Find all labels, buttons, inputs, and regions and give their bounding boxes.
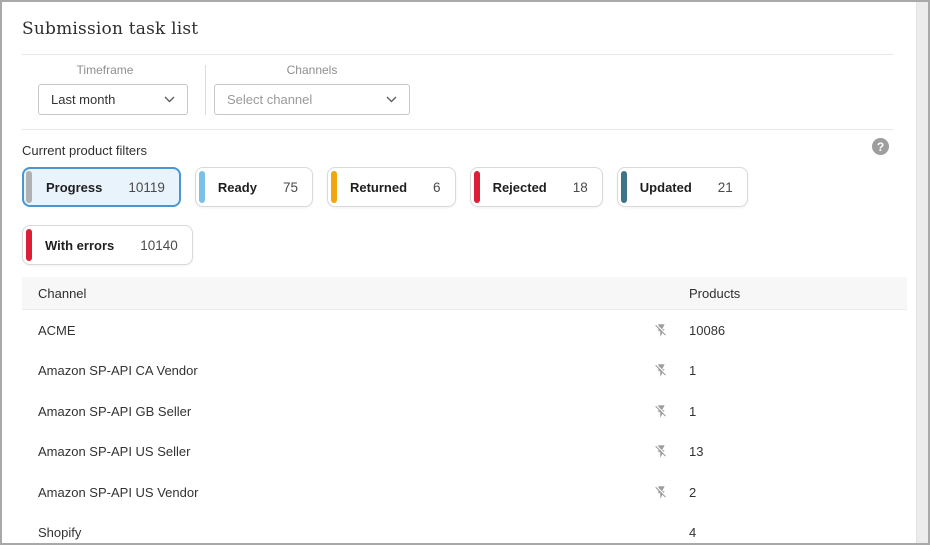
product-filters-heading: Current product filters [22,143,147,158]
table-row[interactable]: Amazon SP-API CA Vendor 1 [22,351,907,392]
table-body: ACME10086Amazon SP-API CA Vendor1Amazon … [22,310,907,553]
channels-table: Channel Products ACME 10086 Amazon SP-API … [22,277,907,553]
status-accent-bar [621,171,627,203]
channels-placeholder: Select channel [227,92,312,107]
filter-chip-label: Ready [218,180,257,195]
table-row[interactable]: Amazon SP-API GB Seller 1 [22,391,907,432]
filter-chip-count: 10119 [128,180,165,195]
filter-chip-count: 6 [433,180,441,195]
status-accent-bar [331,171,337,203]
filter-chip-count: 10140 [140,238,178,253]
channel-name: Amazon SP-API US Seller [22,444,639,459]
page-title: Submission task list [22,19,907,39]
channel-name: Amazon SP-API GB Seller [22,404,639,419]
filter-chip-label: Updated [640,180,692,195]
filter-chip-progress[interactable]: Progress 10119 [22,167,181,207]
filter-chip-returned[interactable]: Returned 6 [327,167,456,207]
filter-chip-updated[interactable]: Updated 21 [617,167,748,207]
channel-name: Shopify [22,525,639,540]
table-header: Channel Products [22,277,907,310]
timeframe-value: Last month [51,92,115,107]
channel-name: Amazon SP-API US Vendor [22,485,639,500]
channel-icon-cell [639,444,683,459]
products-count: 2 [683,485,907,500]
filter-chip-ready[interactable]: Ready 75 [195,167,313,207]
table-row[interactable]: Amazon SP-API US Seller 13 [22,432,907,473]
flash-off-icon [654,363,669,378]
channels-select[interactable]: Select channel [214,84,410,115]
products-count: 1 [683,363,907,378]
channel-name: Amazon SP-API CA Vendor [22,363,639,378]
flash-off-icon [654,323,669,338]
status-accent-bar [474,171,480,203]
chevron-down-icon [386,96,397,103]
table-row[interactable]: Shopify 4 [22,513,907,553]
timeframe-select[interactable]: Last month [38,84,188,115]
chevron-down-icon [164,96,175,103]
flash-off-icon [654,404,669,419]
divider [22,129,893,130]
status-accent-bar [26,171,32,203]
filter-chip-count: 75 [283,180,298,195]
status-accent-bar [26,229,32,261]
filter-chip-label: Returned [350,180,407,195]
products-count: 4 [683,525,907,540]
scrollbar-track[interactable] [916,2,928,543]
flash-off-icon [654,444,669,459]
main-panel: Submission task list Timeframe Last mont… [2,2,915,543]
filter-chip-count: 21 [718,180,733,195]
filter-chip-label: With errors [45,238,114,253]
help-icon[interactable]: ? [872,138,889,155]
channel-icon-cell [639,404,683,419]
products-count: 1 [683,404,907,419]
filters-toolbar: Timeframe Last month Channels Select cha… [22,55,907,129]
filter-chip-count: 18 [573,180,588,195]
timeframe-label: Timeframe [77,63,134,77]
filter-chip-label: Progress [46,180,102,195]
table-row[interactable]: ACME 10086 [22,310,907,351]
filter-chips: Progress 10119 Ready 75 Returned 6 Rejected 18 U… [22,167,822,265]
timeframe-section: Timeframe Last month [22,63,188,115]
product-filters-header: Current product filters ? [22,141,907,159]
filter-chip-with-errors[interactable]: With errors 10140 [22,225,193,265]
products-count: 10086 [683,323,907,338]
filter-chip-rejected[interactable]: Rejected 18 [470,167,603,207]
flash-off-icon [654,485,669,500]
channel-icon-cell [639,485,683,500]
app-window: Submission task list Timeframe Last mont… [0,0,930,545]
toolbar-divider [205,65,206,115]
channel-icon-cell [639,323,683,338]
products-count: 13 [683,444,907,459]
channel-name: ACME [22,323,639,338]
status-accent-bar [199,171,205,203]
filter-chip-label: Rejected [493,180,547,195]
channel-icon-cell [639,363,683,378]
channels-label: Channels [287,63,338,77]
table-row[interactable]: Amazon SP-API US Vendor 2 [22,472,907,513]
channels-section: Channels Select channel [214,63,410,115]
column-header-channel: Channel [22,286,639,301]
column-header-products: Products [683,286,907,301]
